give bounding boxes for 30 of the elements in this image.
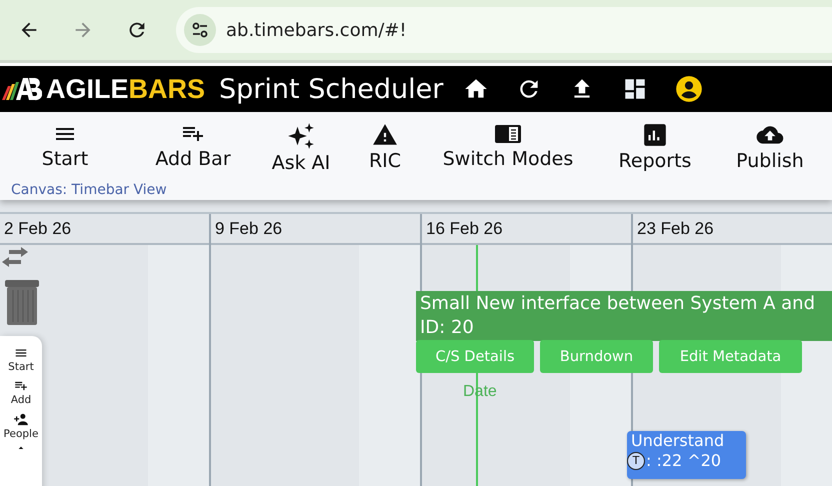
side-panel-button[interactable]: People <box>4 412 38 440</box>
site-settings-icon[interactable] <box>184 14 216 46</box>
toolbar-button[interactable]: Switch Modes <box>431 122 585 174</box>
add-list-icon <box>12 379 30 393</box>
address-bar[interactable]: ab.timebars.com/#! <box>176 7 832 53</box>
app-title: Sprint Scheduler <box>219 74 444 104</box>
side-panel-button[interactable]: Start <box>8 346 34 373</box>
sparkle-icon <box>286 122 316 150</box>
user-icon[interactable] <box>675 75 704 103</box>
bar-title: Small New interface between System A and <box>420 292 816 316</box>
toolbar-button[interactable]: Add Bar <box>123 122 263 174</box>
task-title: Understand <box>631 431 724 450</box>
toolbar-button[interactable]: Publish <box>725 122 815 174</box>
toolbar-button[interactable]: Start <box>7 122 123 174</box>
bar-chart-icon <box>641 122 669 148</box>
brand-name: AGILEBARS <box>46 74 206 104</box>
url-text: ab.timebars.com/#! <box>226 20 407 40</box>
type-badge: T <box>627 452 645 470</box>
warning-icon <box>370 122 400 148</box>
task-detail: : :22 ^20 <box>646 451 722 471</box>
bar-id: ID: 20 <box>420 316 475 340</box>
toolbar-button[interactable]: Ask AI <box>263 122 339 174</box>
panel-icon <box>493 122 523 146</box>
swap-icon[interactable] <box>1 247 29 267</box>
toolbar-button[interactable]: RIC <box>339 122 431 174</box>
toolbar-button[interactable]: Reports <box>585 122 725 174</box>
task-card[interactable]: Understand T : :22 ^20 <box>627 431 746 479</box>
canvas-mode-label: Canvas: Timebar View <box>11 182 167 198</box>
side-panel-button[interactable]: Add <box>10 379 32 406</box>
trash-icon[interactable] <box>5 280 39 326</box>
